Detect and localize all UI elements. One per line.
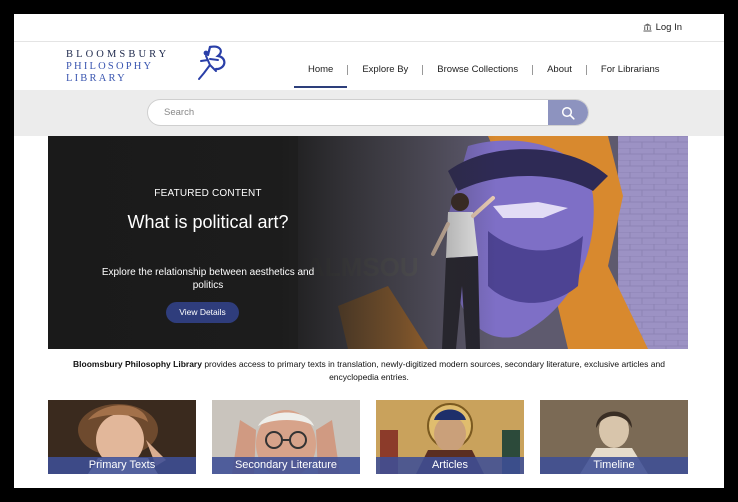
running-figure-logo-icon <box>198 45 226 80</box>
intro-body: provides access to primary texts in tran… <box>201 359 665 382</box>
card-articles[interactable]: Articles <box>376 400 524 474</box>
nav-about[interactable]: About <box>533 64 586 88</box>
site-header: BLOOMSBURY PHILOSOPHY LIBRARY Home Explo… <box>14 42 724 90</box>
card-primary-texts-label: Primary Texts <box>48 457 196 474</box>
search-input[interactable] <box>148 100 548 125</box>
search-button[interactable] <box>548 100 588 125</box>
logo-text-bloomsbury: BLOOMSBURY <box>66 49 170 60</box>
nav-browse-collections[interactable]: Browse Collections <box>423 64 532 88</box>
nav-explore-by-label: Explore By <box>362 64 409 75</box>
nav-browse-collections-label: Browse Collections <box>437 64 519 75</box>
nav-home[interactable]: Home <box>294 64 348 88</box>
search-icon <box>561 106 575 120</box>
search-band <box>14 90 724 136</box>
nav-explore-by[interactable]: Explore By <box>348 64 422 88</box>
nav-for-librarians-label: For Librarians <box>600 64 660 75</box>
card-secondary-literature[interactable]: Secondary Literature <box>212 400 360 474</box>
logo-text-library: LIBRARY <box>66 73 127 84</box>
nav-home-label: Home <box>308 64 334 75</box>
nav-for-librarians[interactable]: For Librarians <box>587 64 674 88</box>
site-logo[interactable]: BLOOMSBURY PHILOSOPHY LIBRARY <box>66 45 236 89</box>
logo-text-philosophy: PHILOSOPHY <box>66 61 154 72</box>
intro-brand: Bloomsbury Philosophy Library <box>73 359 202 369</box>
search-bar <box>147 99 589 126</box>
card-secondary-literature-label: Secondary Literature <box>212 457 360 474</box>
card-timeline-label: Timeline <box>540 457 688 474</box>
card-primary-texts[interactable]: Primary Texts <box>48 400 196 474</box>
hero-text-block: FEATURED CONTENT What is political art? … <box>102 136 314 349</box>
hero-subtitle: Explore the relationship between aesthet… <box>101 267 315 291</box>
utility-bar: Log In <box>14 14 724 42</box>
view-details-button[interactable]: View Details <box>166 302 239 323</box>
intro-text: Bloomsbury Philosophy Library provides a… <box>54 358 684 384</box>
hero-eyebrow: FEATURED CONTENT <box>154 188 262 199</box>
card-articles-label: Articles <box>376 457 524 474</box>
login-link[interactable]: Log In <box>643 22 682 33</box>
login-label: Log In <box>655 22 682 33</box>
card-timeline[interactable]: Timeline <box>540 400 688 474</box>
institution-icon <box>643 23 652 32</box>
featured-hero: ALMSOU FEATURED CONTENT What is politica… <box>48 136 688 349</box>
main-nav: Home Explore By Browse Collections About… <box>294 64 674 88</box>
page: Log In BLOOMSBURY PHILOSOPHY LIBRARY Hom… <box>14 14 724 488</box>
hero-title: What is political art? <box>127 212 289 232</box>
nav-about-label: About <box>547 64 572 75</box>
